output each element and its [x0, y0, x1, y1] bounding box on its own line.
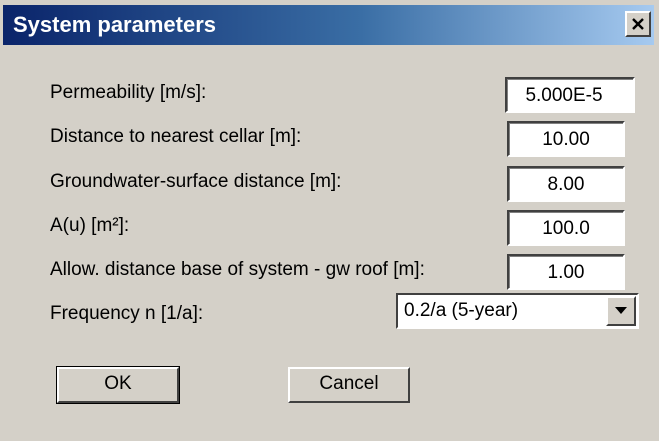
frequency-dropdown-button[interactable] [606, 296, 636, 326]
title-bar: System parameters [3, 5, 654, 45]
frequency-selected-value: 0.2/a (5-year) [404, 300, 519, 321]
close-button[interactable] [625, 11, 651, 37]
ok-button[interactable]: OK [56, 366, 180, 404]
cancel-button[interactable]: Cancel [288, 367, 410, 403]
system-parameters-dialog: System parameters Permeability [m/s]: 5.… [0, 0, 659, 441]
close-icon [632, 18, 644, 30]
frequency-label: Frequency n [1/a]: [50, 303, 204, 324]
cellar-distance-label: Distance to nearest cellar [m]: [50, 126, 302, 147]
frequency-select[interactable]: 0.2/a (5-year) [396, 293, 639, 329]
groundwater-distance-field[interactable]: 8.00 [507, 166, 625, 202]
allowed-distance-field[interactable]: 1.00 [507, 254, 625, 290]
area-label: A(u) [m²]: [50, 215, 130, 236]
dialog-title: System parameters [13, 12, 217, 37]
chevron-down-icon [615, 307, 627, 314]
permeability-label: Permeability [m/s]: [50, 82, 207, 103]
groundwater-distance-label: Groundwater-surface distance [m]: [50, 171, 342, 192]
cellar-distance-field[interactable]: 10.00 [507, 121, 625, 157]
area-field[interactable]: 100.0 [507, 210, 625, 246]
permeability-field[interactable]: 5.000E-5 [505, 77, 635, 113]
allowed-distance-label: Allow. distance base of system - gw roof… [50, 259, 425, 280]
